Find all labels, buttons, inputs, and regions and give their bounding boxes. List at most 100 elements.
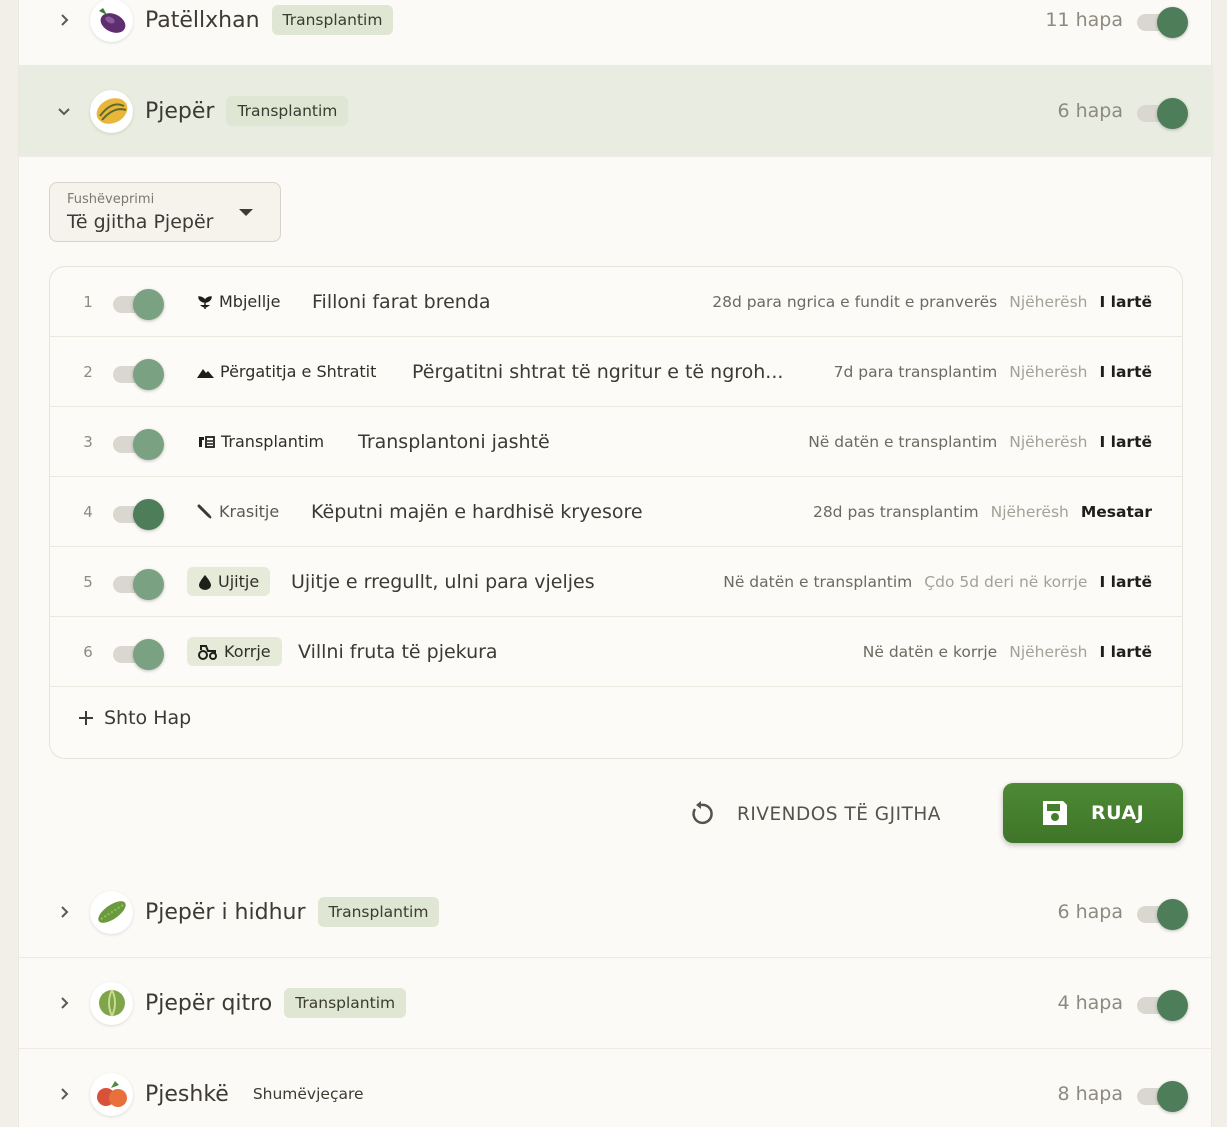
method-tag: Transplantim bbox=[271, 5, 394, 35]
step-description[interactable]: Transplantoni jashtë bbox=[358, 431, 550, 453]
step-meta: Në datën e transplantim Çdo 5d deri në k… bbox=[723, 573, 1152, 591]
step-toggle[interactable] bbox=[113, 429, 164, 460]
reset-all-button[interactable]: RIVENDOS TË GJITHA bbox=[687, 794, 941, 834]
save-button[interactable]: RUAJ bbox=[1003, 783, 1183, 843]
save-label: RUAJ bbox=[1091, 802, 1145, 824]
plant-name-text: Pjepër bbox=[145, 98, 215, 124]
step-number: 4 bbox=[83, 502, 93, 521]
step-repeat: Njëherësh bbox=[1009, 292, 1088, 311]
chevron-down-icon[interactable] bbox=[53, 100, 75, 122]
eggplant-icon bbox=[90, 0, 133, 42]
step-row[interactable]: 6 Korrje Villni fruta të pjekura Në datë… bbox=[50, 617, 1182, 687]
add-step-button[interactable]: Shto Hap bbox=[78, 707, 191, 729]
step-timing: Në datën e transplantim bbox=[723, 572, 913, 591]
plant-row-pjeshke[interactable]: Pjeshkë Shumëvjeçare 8 hapa bbox=[19, 1049, 1213, 1127]
steps-count: 11 hapa bbox=[1045, 9, 1123, 31]
step-repeat: Çdo 5d deri në korrje bbox=[924, 572, 1088, 591]
plant-name-text: Pjeshkë bbox=[145, 1081, 229, 1107]
plant-name: Pjepër Transplantim bbox=[145, 96, 349, 126]
step-number: 5 bbox=[83, 572, 93, 591]
plant-toggle[interactable] bbox=[1137, 1081, 1188, 1112]
step-category-label: Mbjellje bbox=[219, 292, 281, 311]
plant-list-panel: Patëllxhan Transplantim 11 hapa Pjepër T… bbox=[18, 0, 1213, 1127]
method-tag: Transplantim bbox=[226, 96, 349, 126]
steps-count: 8 hapa bbox=[1057, 1083, 1123, 1105]
step-priority: I lartë bbox=[1099, 572, 1152, 591]
chevron-right-icon[interactable] bbox=[53, 1083, 75, 1105]
method-tag: Shumëvjeçare bbox=[252, 1085, 364, 1103]
step-category: Transplantim bbox=[197, 432, 324, 451]
step-priority: Mesatar bbox=[1080, 502, 1152, 521]
plant-toggle[interactable] bbox=[1137, 98, 1188, 129]
step-number: 2 bbox=[83, 362, 93, 381]
step-category: Mbjellje bbox=[197, 292, 280, 311]
method-tag: Transplantim bbox=[284, 988, 407, 1018]
step-meta: 28d pas transplantim Njëherësh Mesatar bbox=[813, 503, 1152, 521]
step-category-label: Korrje bbox=[224, 642, 271, 661]
chevron-right-icon[interactable] bbox=[53, 9, 75, 31]
plant-name: Patëllxhan Transplantim bbox=[145, 5, 394, 35]
step-category: Përgatitja e Shtratit bbox=[197, 362, 376, 381]
step-meta: Në datën e transplantim Njëherësh I lart… bbox=[808, 433, 1152, 451]
step-category-label: Krasitje bbox=[219, 502, 280, 521]
step-description[interactable]: Këputni majën e hardhisë kryesore bbox=[311, 501, 643, 523]
step-meta: 28d para ngrica e fundit e pranverës Një… bbox=[712, 293, 1152, 311]
plant-row-pjeper-i-hidhur[interactable]: Pjepër i hidhur Transplantim 6 hapa bbox=[19, 867, 1213, 958]
step-timing: 7d para transplantim bbox=[833, 362, 998, 381]
tractor-icon bbox=[198, 644, 217, 660]
chevron-right-icon[interactable] bbox=[53, 992, 75, 1014]
step-repeat: Njëherësh bbox=[990, 502, 1069, 521]
step-meta: Në datën e korrje Njëherësh I lartë bbox=[863, 643, 1152, 661]
scope-select[interactable]: Fushëveprimi Të gjitha Pjepër bbox=[49, 182, 281, 242]
step-category: Krasitje bbox=[197, 502, 279, 521]
step-priority: I lartë bbox=[1099, 432, 1152, 451]
step-toggle[interactable] bbox=[113, 359, 164, 390]
step-description[interactable]: Ujitje e rregullt, ulni para vjeljes bbox=[291, 571, 595, 593]
steps-count: 6 hapa bbox=[1057, 100, 1123, 122]
step-meta: 7d para transplantim Njëherësh I lartë bbox=[834, 363, 1152, 381]
step-number: 3 bbox=[83, 432, 93, 451]
reset-icon bbox=[692, 801, 713, 825]
step-description[interactable]: Villni fruta të pjekura bbox=[298, 641, 498, 663]
plant-row-pjeper[interactable]: Pjepër Transplantim 6 hapa bbox=[19, 66, 1213, 157]
step-priority: I lartë bbox=[1099, 362, 1152, 381]
plant-toggle[interactable] bbox=[1137, 7, 1188, 38]
step-row[interactable]: 2 Përgatitja e Shtratit Përgatitni shtra… bbox=[50, 337, 1182, 407]
steps-count: 6 hapa bbox=[1057, 901, 1123, 923]
reset-all-label: RIVENDOS TË GJITHA bbox=[737, 803, 941, 825]
step-number: 1 bbox=[83, 292, 93, 311]
plant-row-pjeper-qitro[interactable]: Pjepër qitro Transplantim 4 hapa bbox=[19, 958, 1213, 1049]
chevron-right-icon[interactable] bbox=[53, 901, 75, 923]
step-timing: Në datën e transplantim bbox=[808, 432, 998, 451]
plant-name: Pjepër qitro Transplantim bbox=[145, 988, 407, 1018]
step-toggle[interactable] bbox=[113, 639, 164, 670]
step-timing: 28d pas transplantim bbox=[812, 502, 979, 521]
step-timing: 28d para ngrica e fundit e pranverës bbox=[712, 292, 998, 311]
step-priority: I lartë bbox=[1099, 642, 1152, 661]
mountain-icon bbox=[197, 368, 214, 378]
step-toggle[interactable] bbox=[113, 569, 164, 600]
melon-icon bbox=[90, 89, 133, 133]
plant-name-text: Patëllxhan bbox=[145, 7, 260, 33]
step-category-label: Përgatitja e Shtratit bbox=[220, 362, 377, 381]
method-tag: Transplantim bbox=[317, 897, 440, 927]
step-row[interactable]: 4 Krasitje Këputni majën e hardhisë krye… bbox=[50, 477, 1182, 547]
water-drop-icon bbox=[199, 574, 211, 590]
step-priority: I lartë bbox=[1099, 292, 1152, 311]
step-toggle[interactable] bbox=[113, 499, 164, 530]
plant-toggle[interactable] bbox=[1137, 990, 1188, 1021]
step-row[interactable]: 5 Ujitje Ujitje e rregullt, ulni para vj… bbox=[50, 547, 1182, 617]
steps-list: 1 Mbjellje Filloni farat brenda 28d para… bbox=[49, 266, 1183, 759]
bitter-melon-icon bbox=[90, 890, 133, 934]
step-description[interactable]: Përgatitni shtrat të ngritur e të ngroh.… bbox=[412, 361, 783, 383]
steps-count: 4 hapa bbox=[1057, 992, 1123, 1014]
step-repeat: Njëherësh bbox=[1009, 642, 1088, 661]
plant-toggle[interactable] bbox=[1137, 899, 1188, 930]
pruning-icon bbox=[197, 504, 212, 519]
step-description[interactable]: Filloni farat brenda bbox=[312, 291, 491, 313]
plant-row-patellxhan[interactable]: Patëllxhan Transplantim 11 hapa bbox=[19, 0, 1213, 66]
step-row[interactable]: 1 Mbjellje Filloni farat brenda 28d para… bbox=[50, 267, 1182, 337]
sprout-icon bbox=[198, 295, 212, 309]
step-toggle[interactable] bbox=[113, 289, 164, 320]
step-row[interactable]: 3 Transplantim Transplantoni jashtë Në d… bbox=[50, 407, 1182, 477]
